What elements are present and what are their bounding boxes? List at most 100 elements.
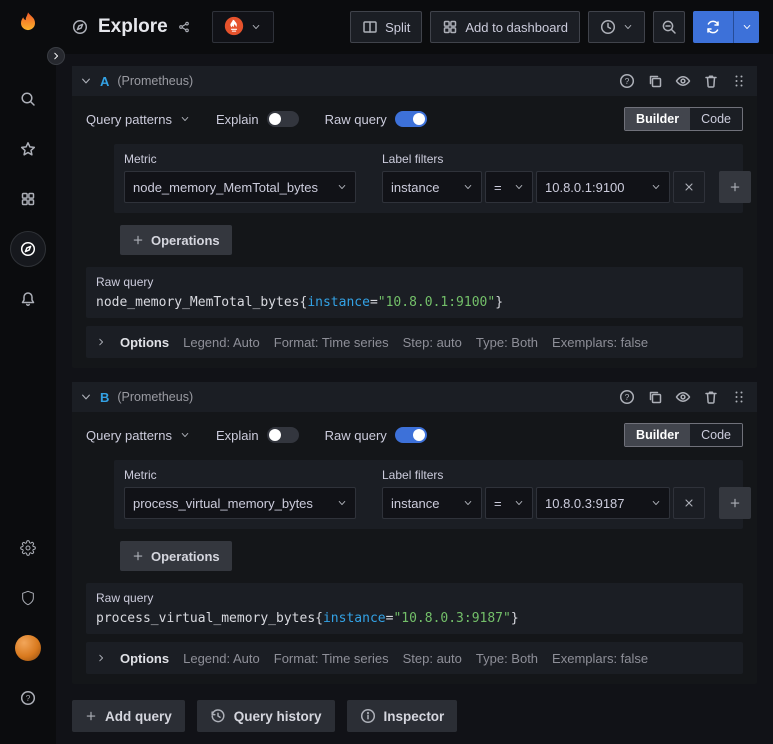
history-icon	[211, 709, 225, 723]
zoom-out-icon	[662, 20, 676, 34]
filter-value-select[interactable]: 10.8.0.1:9100	[536, 171, 670, 203]
query-header-b: B (Prometheus) ?	[72, 382, 757, 412]
eye-icon[interactable]	[675, 389, 691, 405]
options-row-b[interactable]: Options Legend: Auto Format: Time series…	[86, 642, 743, 674]
collapse-icon[interactable]	[80, 75, 92, 87]
filter-value-select[interactable]: 10.8.0.3:9187	[536, 487, 670, 519]
filter-operator-value: =	[494, 179, 502, 195]
query-patterns-dropdown[interactable]: Query patterns	[86, 112, 190, 127]
filter-operator-select[interactable]: =	[485, 487, 533, 519]
format-meta: Format: Time series	[273, 334, 389, 350]
raw-query-label: Raw query	[324, 111, 387, 127]
add-to-dashboard-label: Add to dashboard	[465, 19, 568, 35]
operations-button[interactable]: Operations	[120, 541, 232, 571]
filter-label-value: instance	[391, 179, 440, 195]
inspector-label: Inspector	[383, 708, 445, 724]
builder-tab[interactable]: Builder	[625, 424, 691, 446]
chevron-down-icon	[338, 500, 346, 506]
time-range-button[interactable]	[588, 11, 645, 43]
add-to-dashboard-button[interactable]: Add to dashboard	[430, 11, 580, 43]
help-circle-icon: ?	[20, 690, 36, 706]
explain-toggle[interactable]	[266, 427, 299, 443]
sidebar-item-explore[interactable]	[10, 231, 46, 267]
svg-text:?: ?	[26, 693, 31, 703]
options-label: Options	[120, 650, 170, 666]
share-icon[interactable]	[178, 21, 190, 33]
operations-button[interactable]: Operations	[120, 225, 232, 255]
filter-label-select[interactable]: instance	[382, 171, 482, 203]
explain-toggle[interactable]	[266, 111, 299, 127]
remove-filter-button[interactable]	[673, 487, 705, 519]
raw-query-toggle[interactable]	[394, 427, 427, 443]
filter-label-select[interactable]: instance	[382, 487, 482, 519]
builder-tab[interactable]: Builder	[625, 108, 691, 130]
explore-compass-icon	[20, 241, 36, 257]
help-icon[interactable]: ?	[619, 389, 635, 405]
chevron-down-icon	[624, 24, 632, 30]
sidebar-item-search[interactable]	[10, 81, 46, 117]
query-history-button[interactable]: Query history	[196, 700, 335, 732]
sidebar-item-starred[interactable]	[10, 131, 46, 167]
code-tab[interactable]: Code	[690, 424, 742, 446]
inspector-button[interactable]: Inspector	[346, 700, 458, 732]
sidebar-item-profile[interactable]	[10, 630, 46, 666]
chevron-down-icon	[515, 500, 523, 506]
explore-icon	[72, 19, 88, 35]
query-patterns-dropdown[interactable]: Query patterns	[86, 428, 190, 443]
sidebar-item-configuration[interactable]	[10, 530, 46, 566]
editor-mode-switch: Builder Code	[624, 423, 743, 447]
filter-operator-select[interactable]: =	[485, 171, 533, 203]
remove-filter-button[interactable]	[673, 171, 705, 203]
drag-handle-icon[interactable]	[731, 73, 747, 89]
copy-icon[interactable]	[647, 73, 663, 89]
sidebar-item-dashboards[interactable]	[10, 181, 46, 217]
zoom-out-button[interactable]	[653, 11, 685, 43]
sidebar-expand-button[interactable]	[47, 47, 65, 65]
help-icon[interactable]: ?	[619, 73, 635, 89]
trash-icon[interactable]	[703, 73, 719, 89]
run-query-button[interactable]	[693, 11, 759, 43]
copy-icon[interactable]	[647, 389, 663, 405]
sidebar-item-alerting[interactable]	[10, 281, 46, 317]
drag-handle-icon[interactable]	[731, 389, 747, 405]
eye-icon[interactable]	[675, 73, 691, 89]
plus-icon	[730, 498, 740, 508]
raw-query-panel-b: Raw query process_virtual_memory_bytes{i…	[86, 583, 743, 634]
chevron-right-icon	[99, 338, 104, 346]
metric-select[interactable]: process_virtual_memory_bytes	[124, 487, 356, 519]
filter-value-text: 10.8.0.1:9100	[545, 179, 625, 195]
add-filter-button[interactable]	[719, 487, 751, 519]
chevron-right-icon	[99, 654, 104, 662]
sidebar-item-help[interactable]: ?	[10, 680, 46, 716]
datasource-picker[interactable]	[211, 11, 274, 43]
chevron-down-icon	[652, 184, 660, 190]
sidebar-item-server-admin[interactable]	[10, 580, 46, 616]
raw-query-code: process_virtual_memory_bytes{instance="1…	[96, 611, 519, 626]
exemplars-meta: Exemplars: false	[552, 650, 649, 666]
grafana-logo-icon[interactable]	[14, 10, 42, 43]
trash-icon[interactable]	[703, 389, 719, 405]
metric-select[interactable]: node_memory_MemTotal_bytes	[124, 171, 356, 203]
type-meta: Type: Both	[475, 650, 539, 666]
bell-icon	[21, 292, 35, 307]
operations-label: Operations	[151, 548, 220, 564]
filter-label-value: instance	[391, 495, 440, 511]
options-label: Options	[120, 334, 170, 350]
info-circle-icon	[360, 708, 375, 724]
legend-meta: Legend: Auto	[183, 650, 260, 666]
metric-label: Metric	[124, 468, 157, 482]
add-filter-button[interactable]	[719, 171, 751, 203]
run-options-caret[interactable]	[733, 11, 759, 43]
metric-value: node_memory_MemTotal_bytes	[133, 179, 318, 195]
options-row-a[interactable]: Options Legend: Auto Format: Time series…	[86, 326, 743, 358]
dashboards-icon	[21, 192, 35, 206]
apps-icon	[444, 20, 457, 34]
code-tab[interactable]: Code	[690, 108, 742, 130]
query-history-label: Query history	[233, 708, 322, 724]
clock-icon	[600, 19, 616, 35]
collapse-icon[interactable]	[80, 391, 92, 403]
query-ref-id: A	[100, 73, 110, 89]
split-button[interactable]: Split	[350, 11, 423, 43]
raw-query-toggle[interactable]	[394, 111, 427, 127]
add-query-button[interactable]: Add query	[72, 700, 185, 732]
